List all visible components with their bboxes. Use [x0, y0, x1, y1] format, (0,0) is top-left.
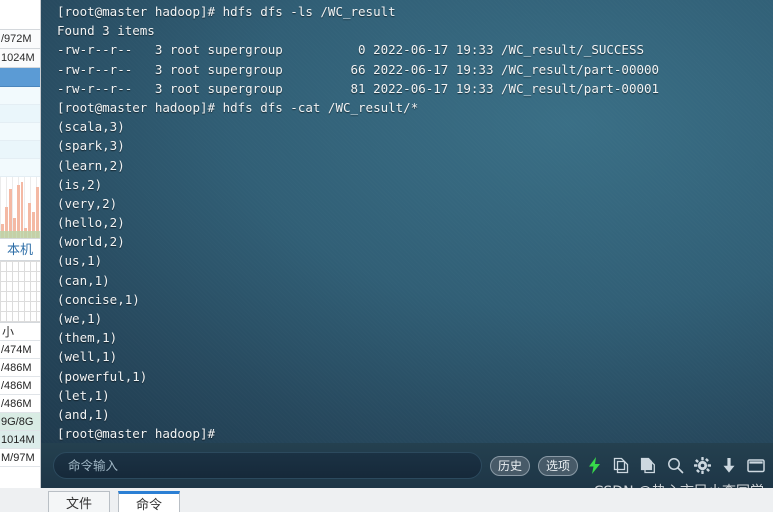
command-bar: 历史 选项: [41, 443, 773, 488]
terminal-line: Found 3 items: [57, 23, 155, 39]
lightning-icon[interactable]: [583, 454, 605, 478]
terminal-line: (concise,1): [57, 291, 140, 307]
bottom-tab-strip: 文件 命令: [0, 488, 773, 512]
sidebar-glyph-label: 小: [0, 323, 40, 341]
terminal-line: (hello,2): [57, 215, 125, 231]
tab-files[interactable]: 文件: [48, 491, 110, 512]
sidebar-row-3[interactable]: [0, 123, 40, 141]
sidebar-metric-4: 9G/8G: [0, 413, 40, 431]
sidebar-metric-top-1: 1024M: [0, 49, 40, 68]
sidebar-header-blank: [0, 0, 40, 30]
left-sidebar-panel: /972M 1024M 本机 小 /474M /486M /486M /486M…: [0, 0, 41, 512]
sidebar-host-label: 本机: [0, 239, 40, 261]
terminal-line: (us,1): [57, 253, 103, 269]
sidebar-selected-row[interactable]: [0, 68, 40, 87]
terminal-line: (powerful,1): [57, 368, 148, 384]
history-button[interactable]: 历史: [489, 455, 530, 476]
terminal-line: (and,1): [57, 406, 110, 422]
sidebar-metric-top-0: /972M: [0, 30, 40, 49]
sidebar-metric-2: /486M: [0, 377, 40, 395]
terminal-line: (world,2): [57, 234, 125, 250]
tab-commands[interactable]: 命令: [118, 491, 180, 512]
tab-list: 文件 命令: [48, 491, 180, 512]
options-button[interactable]: 选项: [537, 455, 578, 476]
command-input[interactable]: [53, 452, 482, 479]
terminal-line: (them,1): [57, 330, 118, 346]
chart-bar: [20, 182, 24, 238]
sidebar-metric-6: M/97M: [0, 449, 40, 467]
sidebar-metric-0: /474M: [0, 341, 40, 359]
sidebar-grid-block: [0, 261, 40, 323]
terminal-line: (we,1): [57, 311, 103, 326]
terminal-line: (very,2): [57, 195, 118, 211]
terminal-output-pane[interactable]: [root@master hadoop]# hdfs dfs -ls /WC_r…: [41, 0, 773, 443]
terminal-text: [root@master hadoop]# hdfs dfs -ls /WC_r…: [57, 2, 769, 443]
app-root: /972M 1024M 本机 小 /474M /486M /486M /486M…: [0, 0, 773, 512]
terminal-line: [root@master hadoop]# hdfs dfs -ls /WC_r…: [57, 4, 396, 19]
terminal-line: (let,1): [57, 387, 110, 403]
sidebar-metric-1: /486M: [0, 359, 40, 377]
sidebar-row-5[interactable]: [0, 159, 40, 177]
sidebar-row-4[interactable]: [0, 141, 40, 159]
search-icon[interactable]: [664, 454, 686, 478]
paste-icon[interactable]: [637, 454, 659, 478]
window-icon[interactable]: [745, 454, 767, 478]
terminal-line: -rw-r--r-- 3 root supergroup 81 2022-06-…: [57, 80, 660, 96]
terminal-line: -rw-r--r-- 3 root supergroup 66 2022-06-…: [57, 61, 660, 77]
gear-icon[interactable]: [691, 454, 713, 478]
download-icon[interactable]: [718, 454, 740, 478]
sidebar-mini-bar-chart: [0, 177, 40, 239]
terminal-line: (is,2): [57, 176, 103, 192]
sidebar-row-1[interactable]: [0, 87, 40, 105]
terminal-line: (learn,2): [57, 157, 125, 173]
sidebar-metric-5: 1014M: [0, 431, 40, 449]
terminal-line: [root@master hadoop]#: [57, 426, 216, 442]
sidebar-metric-3: /486M: [0, 395, 40, 413]
terminal-line: (well,1): [57, 349, 118, 365]
terminal-line: -rw-r--r-- 3 root supergroup 0 2022-06-1…: [57, 42, 644, 58]
clone-icon[interactable]: [610, 454, 632, 478]
terminal-line: (can,1): [57, 272, 110, 288]
chart-bars: [0, 182, 40, 238]
terminal-line: [root@master hadoop]# hdfs dfs -cat /WC_…: [57, 99, 419, 115]
terminal-line: (spark,3): [57, 138, 125, 154]
sidebar-row-2[interactable]: [0, 105, 40, 123]
chart-baseline: [0, 231, 40, 238]
terminal-line: (scala,3): [57, 119, 125, 135]
